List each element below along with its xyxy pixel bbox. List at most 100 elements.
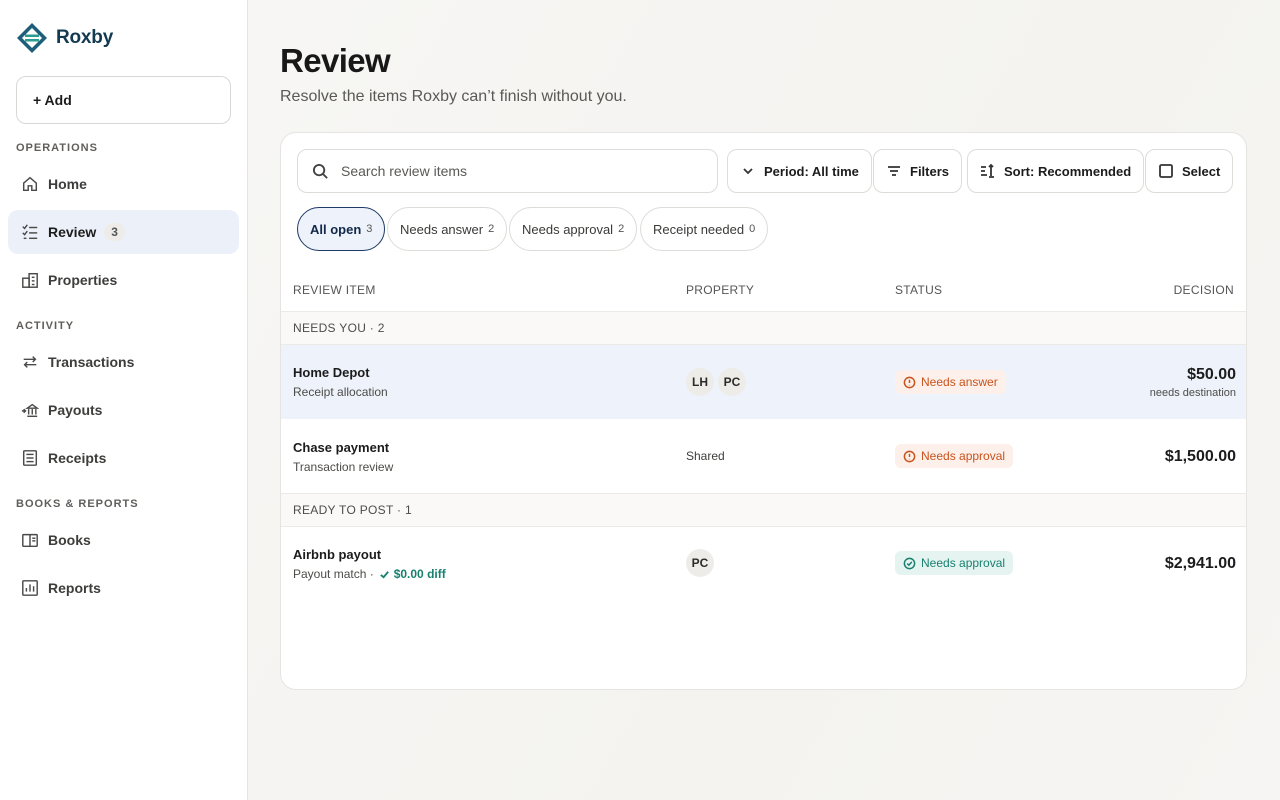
verified-check-icon <box>903 557 916 569</box>
filters-button[interactable]: Filters <box>873 149 963 193</box>
section-label-activity: ACTIVITY <box>16 320 75 332</box>
status-badge: Needs approval <box>895 551 1014 575</box>
column-header-property[interactable]: PROPERTY <box>686 283 754 297</box>
status-badge: Needs approval <box>895 444 1014 468</box>
decision-amount: $1,500.00 <box>1164 448 1236 465</box>
sidebar-item-label: Home <box>48 176 87 192</box>
chevron-down-icon <box>743 168 753 175</box>
check-icon <box>379 570 389 579</box>
sidebar-item-label: Payouts <box>48 402 103 418</box>
table-row[interactable]: Home Depot Receipt allocation LH PC Need… <box>281 345 1246 419</box>
period-label: Period: All time <box>764 163 859 179</box>
search-icon <box>312 163 328 179</box>
tab-needs-answer[interactable]: Needs answer 2 <box>387 207 508 251</box>
row-title: Airbnb payout <box>293 547 382 562</box>
sort-button[interactable]: Sort: Recommended <box>967 149 1145 193</box>
property-label: Shared <box>686 449 725 463</box>
receipt-icon <box>20 448 40 468</box>
filter-icon <box>888 166 900 176</box>
brand-name: Roxby <box>56 27 114 48</box>
diff-indicator: $0.00 diff <box>379 567 446 581</box>
period-dropdown[interactable]: Period: All time <box>727 149 872 193</box>
sidebar-item-reports[interactable]: Reports <box>8 566 239 610</box>
decision-amount: $2,941.00 <box>1164 555 1236 572</box>
sidebar-item-label: Properties <box>48 272 118 288</box>
tab-all-open[interactable]: All open 3 <box>297 207 386 251</box>
row-title: Chase payment <box>293 440 390 455</box>
row-subtitle-group: Payout match · $0.00 diff <box>293 567 446 581</box>
alert-circle-icon <box>903 376 916 388</box>
tab-count: 0 <box>749 223 756 235</box>
review-count-badge: 3 <box>104 223 125 241</box>
sort-icon <box>981 163 994 178</box>
arrows-exchange-icon <box>20 352 40 372</box>
avatar: LH <box>686 368 714 396</box>
sidebar-item-receipts[interactable]: Receipts <box>8 436 239 480</box>
row-subtitle: Receipt allocation <box>293 385 388 399</box>
tab-receipt-needed[interactable]: Receipt needed 0 <box>640 207 769 251</box>
tab-count: 3 <box>366 223 373 235</box>
checklist-icon <box>20 222 40 242</box>
table-row[interactable]: Chase payment Transaction review Shared … <box>281 420 1246 494</box>
decision-amount: $50.00 <box>1187 366 1236 383</box>
status-label: Needs approval <box>921 449 1006 463</box>
row-subtitle: Transaction review <box>293 460 394 474</box>
avatar: PC <box>718 368 746 396</box>
home-icon <box>20 174 40 194</box>
review-card: Period: All time Filters Sort: Recommend… <box>280 132 1247 690</box>
sidebar-item-books[interactable]: Books <box>8 518 239 562</box>
sidebar: Roxby + Add OPERATIONS Home Review 3 Pro… <box>0 0 248 800</box>
sidebar-item-label: Reports <box>48 580 101 596</box>
sidebar-item-label: Receipts <box>48 450 107 466</box>
column-header-status[interactable]: STATUS <box>895 283 942 297</box>
tab-label: Needs answer <box>400 221 484 237</box>
alert-circle-icon <box>903 450 916 462</box>
book-icon <box>20 530 40 550</box>
decision-note: needs destination <box>1149 387 1236 399</box>
avatar: PC <box>686 549 714 577</box>
status-label: Needs answer <box>921 375 998 389</box>
diff-label: $0.00 diff <box>393 567 446 581</box>
status-label: Needs approval <box>921 556 1006 570</box>
search-input[interactable] <box>341 163 701 179</box>
section-label-operations: OPERATIONS <box>16 142 98 154</box>
table-row[interactable]: Airbnb payout Payout match · $0.00 diff … <box>281 527 1246 601</box>
column-header-review-item[interactable]: REVIEW ITEM <box>293 283 376 297</box>
column-header-decision[interactable]: DECISION <box>1174 283 1234 297</box>
page-subtitle: Resolve the items Roxby can’t finish wit… <box>280 88 627 105</box>
filters-label: Filters <box>910 163 950 179</box>
status-badge: Needs answer <box>895 370 1006 394</box>
sidebar-item-home[interactable]: Home <box>8 162 239 206</box>
sidebar-item-label: Books <box>48 532 91 548</box>
sidebar-item-properties[interactable]: Properties <box>8 258 239 302</box>
select-label: Select <box>1182 163 1221 179</box>
section-label-books-reports: BOOKS & REPORTS <box>16 498 139 510</box>
tab-label: All open <box>310 221 362 237</box>
page-title: Review <box>280 42 391 79</box>
sidebar-item-label: Review <box>48 224 97 240</box>
search-box[interactable] <box>297 149 718 193</box>
report-chart-icon <box>20 578 40 598</box>
sort-label: Sort: Recommended <box>1004 163 1132 179</box>
main-content: Review Resolve the items Roxby can’t fin… <box>248 0 1280 800</box>
group-header-ready-to-post: READY TO POST · 1 <box>281 493 1246 527</box>
select-button[interactable]: Select <box>1145 149 1234 193</box>
row-subtitle: Payout match · <box>293 567 374 581</box>
buildings-icon <box>20 270 40 290</box>
sidebar-item-label: Transactions <box>48 354 135 370</box>
group-header-needs-you: NEEDS YOU · 2 <box>281 311 1246 345</box>
bank-icon <box>20 400 40 420</box>
tab-label: Needs approval <box>522 221 614 237</box>
tab-needs-approval[interactable]: Needs approval 2 <box>509 207 638 251</box>
row-title: Home Depot <box>293 365 370 380</box>
tab-label: Receipt needed <box>653 221 745 237</box>
roxby-logo-icon <box>17 23 47 53</box>
tab-count: 2 <box>618 223 625 235</box>
sidebar-item-payouts[interactable]: Payouts <box>8 388 239 432</box>
tab-count: 2 <box>488 223 495 235</box>
sidebar-item-transactions[interactable]: Transactions <box>8 340 239 384</box>
checkbox-icon <box>1159 164 1173 178</box>
brand[interactable]: Roxby <box>16 21 113 55</box>
add-button[interactable]: + Add <box>16 76 231 124</box>
sidebar-item-review[interactable]: Review 3 <box>8 210 239 254</box>
